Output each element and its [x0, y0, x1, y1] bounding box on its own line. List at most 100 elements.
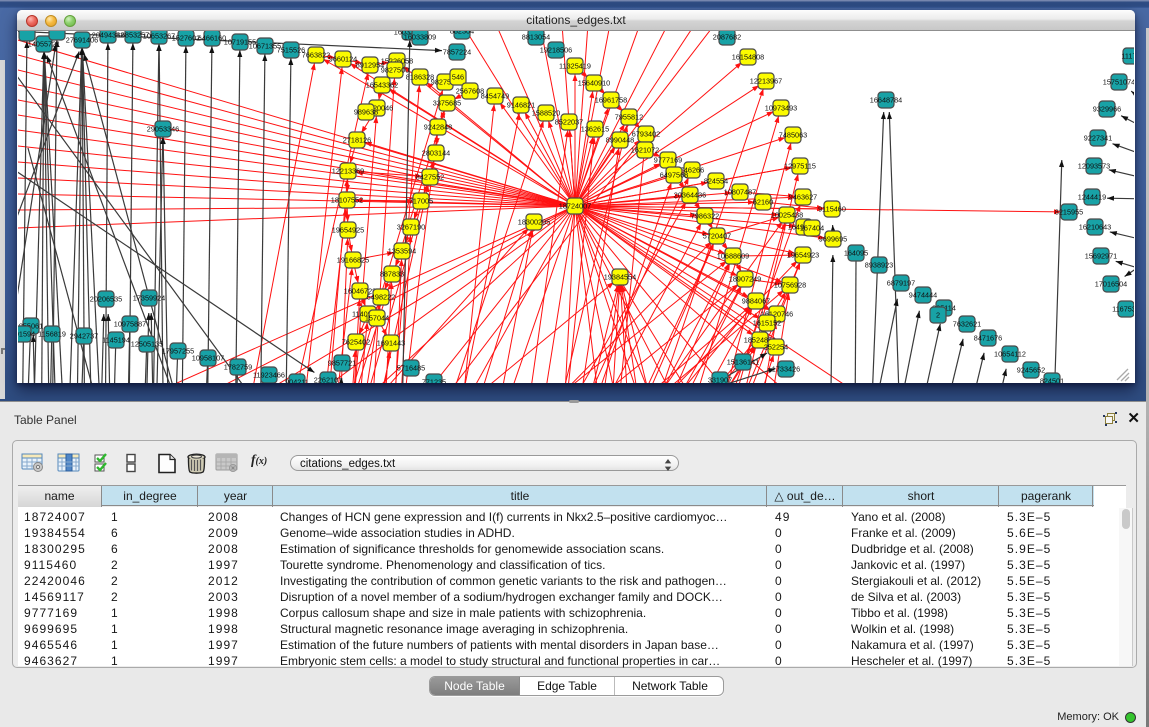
svg-text:1244419: 1244419: [1078, 193, 1106, 202]
svg-text:18907249: 18907249: [729, 275, 761, 284]
svg-text:9857721: 9857721: [328, 359, 356, 368]
svg-text:2942737: 2942737: [70, 332, 98, 341]
svg-text:6793402: 6793402: [632, 130, 660, 139]
svg-text:2: 2: [936, 311, 940, 320]
svg-text:12213369: 12213369: [332, 167, 364, 176]
svg-text:9884067: 9884067: [742, 297, 770, 306]
svg-text:12213967: 12213967: [750, 77, 782, 86]
svg-text:19384554: 19384554: [604, 273, 636, 282]
svg-text:17359924: 17359924: [133, 294, 165, 303]
svg-text:887833: 887833: [380, 270, 404, 279]
svg-text:10973493: 10973493: [765, 104, 797, 113]
svg-text:1527602: 1527602: [172, 34, 200, 43]
svg-text:882304: 882304: [450, 31, 474, 36]
svg-text:19654923: 19654923: [787, 251, 819, 260]
svg-text:6497568: 6497568: [660, 171, 688, 180]
svg-text:1588520: 1588520: [532, 109, 560, 118]
svg-text:8522037: 8522037: [555, 118, 583, 127]
svg-text:10654112: 10654112: [994, 350, 1026, 359]
svg-text:824554: 824554: [704, 177, 728, 186]
svg-text:17957255: 17957255: [162, 347, 194, 356]
svg-text:1615152: 1615152: [753, 319, 781, 328]
svg-text:1156819: 1156819: [38, 330, 66, 339]
svg-text:7632621: 7632621: [953, 320, 981, 329]
svg-text:1353594: 1353594: [388, 247, 416, 256]
svg-text:29053346: 29053346: [147, 125, 179, 134]
svg-text:717005: 717005: [409, 197, 433, 206]
svg-text:164095: 164095: [844, 249, 868, 258]
svg-text:16648784: 16648784: [870, 96, 902, 105]
svg-text:9777169: 9777169: [654, 156, 682, 165]
svg-text:3375685: 3375685: [433, 99, 461, 108]
svg-text:546: 546: [452, 73, 464, 82]
svg-text:989638: 989638: [354, 108, 378, 117]
svg-text:19218506: 19218506: [540, 46, 572, 55]
svg-text:20364436: 20364436: [674, 191, 706, 200]
svg-text:9227341: 9227341: [1084, 134, 1112, 143]
svg-text:2803144: 2803144: [422, 149, 450, 158]
svg-text:9329966: 9329966: [1093, 105, 1121, 114]
svg-text:7955812: 7955812: [615, 113, 643, 122]
svg-text:9242848: 9242848: [424, 123, 452, 132]
svg-text:7485063: 7485063: [779, 131, 807, 140]
svg-text:7857224: 7857224: [443, 48, 471, 57]
svg-text:16543362: 16543362: [366, 81, 398, 90]
svg-text:331907: 331907: [708, 376, 732, 384]
svg-text:10807487: 10807487: [724, 188, 756, 197]
svg-text:12505135: 12505135: [131, 340, 163, 349]
svg-text:12093573: 12093573: [1078, 162, 1110, 171]
svg-text:10025438: 10025438: [771, 211, 803, 220]
svg-text:18300295: 18300295: [518, 218, 550, 227]
svg-text:157044: 157044: [365, 314, 389, 323]
svg-text:9463627: 9463627: [789, 193, 817, 202]
svg-text:9699695: 9699695: [819, 235, 847, 244]
svg-text:6879197: 6879197: [887, 279, 915, 288]
svg-text:8938923: 8938923: [865, 261, 893, 270]
svg-text:8454749: 8454749: [481, 92, 509, 101]
svg-text:17016504: 17016504: [1095, 280, 1127, 289]
svg-text:1621072: 1621072: [631, 146, 659, 155]
svg-text:10688609: 10688609: [717, 252, 749, 261]
svg-text:904211: 904211: [285, 378, 309, 384]
svg-text:8427552: 8427552: [416, 173, 444, 182]
svg-text:1733426: 1733426: [772, 365, 800, 374]
svg-text:3267190: 3267190: [397, 223, 425, 232]
svg-text:20206535: 20206535: [90, 295, 122, 304]
svg-text:10756928: 10756928: [774, 281, 806, 290]
svg-text:5498222: 5498222: [367, 293, 395, 302]
svg-text:5716485: 5716485: [397, 364, 425, 373]
svg-text:1362615: 1362615: [581, 125, 609, 134]
svg-text:9660124: 9660124: [329, 55, 357, 64]
svg-text:8471676: 8471676: [974, 334, 1002, 343]
svg-text:10975887: 10975887: [114, 320, 146, 329]
svg-text:391594: 391594: [18, 330, 35, 339]
svg-text:7625402: 7625402: [342, 338, 370, 347]
svg-text:14055721: 14055721: [28, 40, 60, 49]
svg-text:16961758: 16961758: [595, 96, 627, 105]
svg-text:1145194: 1145194: [102, 336, 130, 345]
svg-text:8813054: 8813054: [522, 33, 550, 42]
svg-text:15136141: 15136141: [727, 358, 759, 367]
svg-text:8990448: 8990448: [606, 136, 634, 145]
svg-text:16210643: 16210643: [1079, 223, 1111, 232]
svg-text:10958107: 10958107: [192, 354, 224, 363]
svg-text:9245652: 9245652: [1017, 366, 1045, 375]
svg-text:15692971: 15692971: [1085, 252, 1117, 261]
svg-text:167404: 167404: [800, 224, 824, 233]
svg-text:18724007: 18724007: [559, 202, 591, 211]
svg-text:16154808: 16154808: [732, 53, 764, 62]
svg-text:771235: 771235: [422, 378, 446, 384]
svg-text:252254: 252254: [764, 343, 788, 352]
svg-text:2718126: 2718126: [343, 136, 371, 145]
svg-text:1782759: 1782759: [224, 363, 252, 372]
svg-text:16033809: 16033809: [404, 33, 436, 42]
svg-text:8215955: 8215955: [1055, 208, 1083, 217]
svg-text:1691443: 1691443: [377, 339, 405, 348]
svg-text:62160: 62160: [753, 198, 773, 207]
svg-text:10653267: 10653267: [143, 32, 175, 41]
svg-text:7986322: 7986322: [691, 212, 719, 221]
svg-text:824501: 824501: [1040, 377, 1064, 384]
svg-text:11923466: 11923466: [253, 371, 285, 380]
svg-text:2087682: 2087682: [713, 33, 741, 42]
svg-text:11172: 11172: [1121, 52, 1134, 61]
